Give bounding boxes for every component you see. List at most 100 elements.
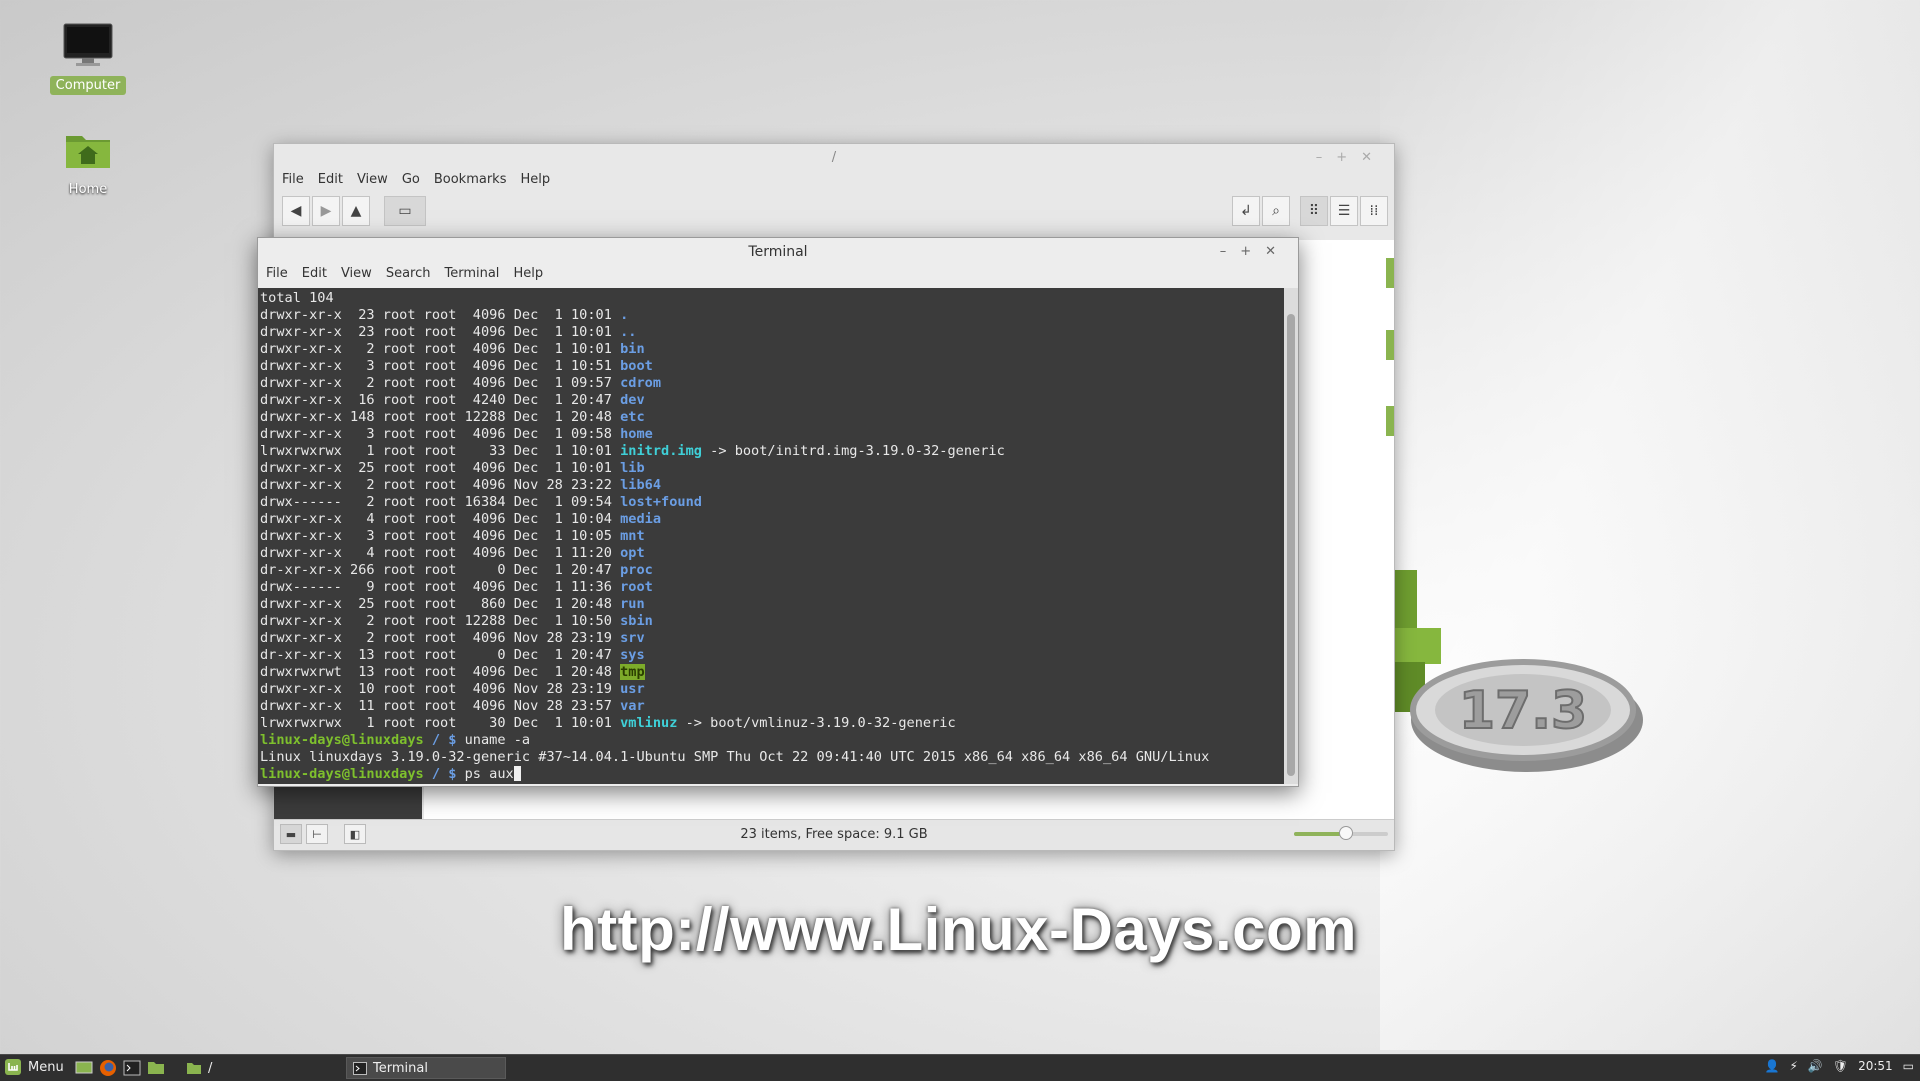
terminal-text: drwxr-xr-x 23 root root 4096 Dec 1 10:01 <box>260 324 621 340</box>
menu-terminal[interactable]: Terminal <box>444 266 499 281</box>
menu-bookmarks[interactable]: Bookmarks <box>434 172 507 187</box>
search-button[interactable]: ⌕ <box>1262 196 1290 226</box>
terminal-text: drwxr-xr-x 2 root root 12288 Dec 1 10:50 <box>260 613 621 629</box>
file-name: proc <box>620 562 653 578</box>
terminal-output[interactable]: total 104 drwxr-xr-x 23 root root 4096 De… <box>258 288 1284 784</box>
zoom-slider[interactable] <box>1294 826 1388 840</box>
task-file-manager[interactable]: / <box>180 1057 340 1079</box>
compact-view-button[interactable]: ⁞⁞ <box>1360 196 1388 226</box>
close-icon[interactable]: ✕ <box>1361 150 1386 165</box>
forward-button[interactable]: ▶ <box>312 196 340 226</box>
menu-view[interactable]: View <box>341 266 372 281</box>
terminal-text: drwxr-xr-x 148 root root 12288 Dec 1 20:… <box>260 409 621 425</box>
task-terminal[interactable]: Terminal <box>346 1057 506 1079</box>
menu-file[interactable]: File <box>282 172 304 187</box>
minimize-icon[interactable]: – <box>1316 150 1337 165</box>
prompt-path: / $ <box>423 732 457 748</box>
terminal-lines: total 104 drwxr-xr-x 23 root root 4096 De… <box>260 290 1209 783</box>
terminal-text: lrwxrwxrwx 1 root root 30 Dec 1 10:01 <box>260 715 621 731</box>
terminal-line: drwxr-xr-x 4 root root 4096 Dec 1 10:04 … <box>260 511 1209 528</box>
files-launcher-icon[interactable] <box>146 1058 166 1077</box>
firefox-icon[interactable] <box>98 1058 118 1077</box>
terminal-line: drwxr-xr-x 3 root root 4096 Dec 1 10:51 … <box>260 358 1209 375</box>
terminal-line: drwxr-xr-x 2 root root 4096 Nov 28 23:19… <box>260 630 1209 647</box>
file-name: . <box>620 307 629 323</box>
file-name: sbin <box>620 613 653 629</box>
window-controls: –+✕ <box>1316 144 1386 172</box>
window-titlebar[interactable]: / –+✕ <box>274 144 1394 172</box>
zoom-slider-handle[interactable] <box>1338 826 1353 840</box>
list-view-button[interactable]: ☰ <box>1330 196 1358 226</box>
desktop-icon-home[interactable]: Home <box>33 128 143 199</box>
icon-view-button[interactable]: ⠿ <box>1300 196 1328 226</box>
file-name: boot <box>620 358 653 374</box>
network-icon[interactable]: ⚡ <box>1789 1059 1797 1073</box>
menu-help[interactable]: Help <box>520 172 550 187</box>
terminal-line: drwx------ 2 root root 16384 Dec 1 09:54… <box>260 494 1209 511</box>
desktop-icon-computer[interactable]: Computer <box>33 22 143 95</box>
update-shield-icon[interactable]: 🛡 <box>1833 1059 1848 1073</box>
menu-edit[interactable]: Edit <box>302 266 327 281</box>
terminal-line: drwxrwxrwt 13 root root 4096 Dec 1 20:48… <box>260 664 1209 681</box>
menu-search[interactable]: Search <box>386 266 431 281</box>
toggle-location-button[interactable]: ↲ <box>1232 196 1260 226</box>
maximize-icon[interactable]: + <box>1240 244 1265 259</box>
terminal-launcher-icon[interactable] <box>122 1058 142 1077</box>
edit-location-icon: ↲ <box>1240 203 1252 219</box>
terminal-text: ps aux <box>456 766 514 782</box>
terminal-text: -> boot/vmlinuz-3.19.0-32-generic <box>677 715 956 731</box>
arrow-left-icon: ◀ <box>290 203 302 219</box>
shell-prompt: linux-days@linuxdays <box>260 766 424 782</box>
back-button[interactable]: ◀ <box>282 196 310 226</box>
file-name: tmp <box>620 664 645 680</box>
location-root-button[interactable]: ▭ <box>384 196 426 226</box>
menu-view[interactable]: View <box>357 172 388 187</box>
file-name: usr <box>620 681 645 697</box>
zoom-slider-fill <box>1294 832 1346 836</box>
window-titlebar[interactable]: Terminal –+✕ <box>258 238 1298 266</box>
terminal-text: drwxr-xr-x 2 root root 4096 Dec 1 09:57 <box>260 375 621 391</box>
file-name: var <box>620 698 645 714</box>
menu-label: Menu <box>28 1059 64 1075</box>
menu-file[interactable]: File <box>266 266 288 281</box>
terminal-text: drwxr-xr-x 3 root root 4096 Dec 1 10:51 <box>260 358 621 374</box>
user-icon[interactable]: 👤 <box>1764 1059 1779 1073</box>
toolbar: ◀ ▶ ▲ ▭ ↲ ⌕ ⠿ ☰ ⁞⁞ <box>282 196 1388 232</box>
clock[interactable]: 20:51 <box>1858 1059 1893 1073</box>
terminal-line: drwxr-xr-x 3 root root 4096 Dec 1 09:58 … <box>260 426 1209 443</box>
terminal-line: dr-xr-xr-x 13 root root 0 Dec 1 20:47 sy… <box>260 647 1209 664</box>
scrollbar[interactable] <box>1284 288 1298 784</box>
show-desktop-icon[interactable] <box>74 1058 94 1077</box>
terminal-text: drwxr-xr-x 3 root root 4096 Dec 1 09:58 <box>260 426 621 442</box>
home-folder-icon <box>66 136 110 168</box>
terminal-text: drwx------ 9 root root 4096 Dec 1 11:36 <box>260 579 621 595</box>
show-desktop-icon[interactable]: ▭ <box>1903 1059 1914 1073</box>
grid-icon: ⠿ <box>1308 203 1320 219</box>
file-name: lost+found <box>620 494 702 510</box>
menu-button[interactable]: Menu <box>4 1058 64 1076</box>
maximize-icon[interactable]: + <box>1336 150 1361 165</box>
minimize-icon[interactable]: – <box>1220 244 1241 259</box>
volume-icon[interactable]: 🔊 <box>1808 1059 1823 1073</box>
file-name: lib <box>620 460 645 476</box>
menu-go[interactable]: Go <box>402 172 420 187</box>
terminal-line: drwxr-xr-x 2 root root 4096 Nov 28 23:22… <box>260 477 1209 494</box>
scrollbar-thumb[interactable] <box>1287 314 1295 776</box>
watermark-text: http://www.Linux-Days.com <box>560 896 1357 963</box>
close-icon[interactable]: ✕ <box>1265 244 1290 259</box>
terminal-text: drwxrwxrwt 13 root root 4096 Dec 1 20:48 <box>260 664 621 680</box>
menu-help[interactable]: Help <box>513 266 543 281</box>
terminal-text: drwxr-xr-x 23 root root 4096 Dec 1 10:01 <box>260 307 621 323</box>
prompt-path: / $ <box>423 766 457 782</box>
up-button[interactable]: ▲ <box>342 196 370 226</box>
terminal-line: drwxr-xr-x 148 root root 12288 Dec 1 20:… <box>260 409 1209 426</box>
terminal-line: total 104 <box>260 290 1209 307</box>
terminal-line: linux-days@linuxdays / $ ps aux <box>260 766 1209 783</box>
menu-edit[interactable]: Edit <box>318 172 343 187</box>
file-name: root <box>620 579 653 595</box>
terminal-text: drwxr-xr-x 2 root root 4096 Dec 1 10:01 <box>260 341 621 357</box>
terminal-window: Terminal –+✕ File Edit View Search Termi… <box>257 237 1299 787</box>
drive-icon: ▭ <box>398 203 412 219</box>
search-icon: ⌕ <box>1272 203 1280 219</box>
terminal-line: Linux linuxdays 3.19.0-32-generic #37~14… <box>260 749 1209 766</box>
